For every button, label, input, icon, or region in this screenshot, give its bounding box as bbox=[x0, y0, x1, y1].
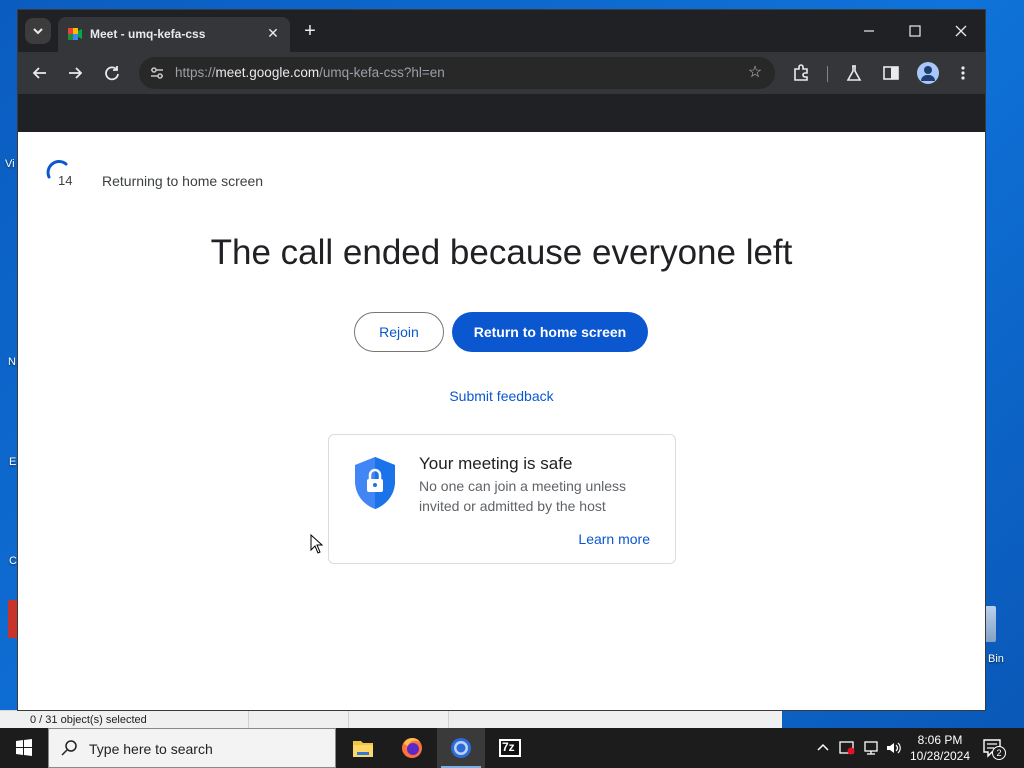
url-host: meet.google.com bbox=[215, 65, 320, 80]
safe-card-title: Your meeting is safe bbox=[419, 454, 573, 473]
address-bar[interactable]: https://meet.google.com/umq-kefa-css?hl=… bbox=[139, 57, 775, 89]
flask-icon bbox=[846, 65, 862, 81]
minimize-icon bbox=[864, 30, 874, 32]
reload-button[interactable] bbox=[99, 60, 125, 86]
tray-security-icon[interactable] bbox=[837, 739, 857, 762]
taskbar: Type here to search 7z 8:06 PM 10/28/202… bbox=[0, 728, 1024, 768]
close-window-button[interactable] bbox=[946, 18, 976, 44]
profile-avatar-icon[interactable] bbox=[917, 62, 939, 84]
tab-meet[interactable]: Meet - umq-kefa-css ✕ bbox=[58, 17, 290, 52]
url-scheme: https:// bbox=[175, 65, 216, 80]
bookmarks-bar-area bbox=[18, 94, 985, 132]
clock-time: 8:06 PM bbox=[917, 733, 963, 747]
speaker-icon bbox=[887, 742, 901, 754]
tray-volume-icon[interactable] bbox=[884, 739, 904, 762]
start-button[interactable] bbox=[0, 728, 48, 768]
close-icon bbox=[955, 25, 967, 37]
bookmark-star-icon[interactable]: ☆ bbox=[745, 63, 765, 83]
puzzle-icon bbox=[794, 64, 808, 81]
minimize-button[interactable] bbox=[854, 18, 884, 44]
explorer-status-text: 0 / 31 object(s) selected bbox=[30, 714, 147, 726]
taskbar-file-explorer[interactable] bbox=[339, 728, 387, 768]
tray-overflow-button[interactable] bbox=[813, 739, 833, 762]
taskbar-search-input[interactable]: Type here to search bbox=[48, 728, 336, 768]
forward-button[interactable] bbox=[62, 60, 88, 86]
plus-icon: + bbox=[304, 20, 316, 42]
desktop-icon-label[interactable]: E bbox=[9, 456, 16, 468]
desktop-icon-label[interactable]: Vi bbox=[5, 158, 15, 170]
close-icon[interactable]: ✕ bbox=[264, 24, 282, 42]
desktop-icon-label[interactable]: N bbox=[8, 356, 16, 368]
status-divider bbox=[248, 711, 249, 729]
side-panel-icon bbox=[883, 66, 899, 80]
windows-logo-icon bbox=[16, 739, 32, 756]
chrome-icon bbox=[451, 738, 471, 758]
url-text[interactable]: https://meet.google.com/umq-kefa-css?hl=… bbox=[175, 65, 445, 80]
side-panel-button[interactable] bbox=[879, 61, 903, 85]
countdown-number: 14 bbox=[58, 173, 73, 188]
recycle-bin-label[interactable]: Bin bbox=[988, 653, 1004, 665]
page-title: The call ended because everyone left bbox=[210, 233, 793, 272]
taskbar-chrome[interactable] bbox=[437, 728, 485, 768]
taskbar-firefox[interactable] bbox=[388, 728, 436, 768]
arrow-right-icon bbox=[69, 67, 83, 79]
chevron-up-icon bbox=[817, 743, 829, 751]
maximize-button[interactable] bbox=[900, 18, 930, 44]
submit-feedback-link: Submit feedback bbox=[18, 388, 985, 404]
security-alert-icon bbox=[839, 741, 855, 755]
7zip-label: 7z bbox=[502, 740, 515, 754]
learn-more-link[interactable]: Learn more bbox=[578, 531, 650, 547]
tray-network-icon[interactable] bbox=[861, 739, 881, 762]
return-home-button[interactable]: Return to home screen bbox=[452, 312, 648, 352]
meeting-safe-card: Your meeting is safe No one can join a m… bbox=[328, 434, 676, 564]
rejoin-button[interactable]: Rejoin bbox=[354, 312, 444, 352]
extensions-button[interactable] bbox=[789, 61, 813, 85]
meet-page: 14 Returning to home screen The call end… bbox=[18, 132, 985, 710]
maximize-icon bbox=[909, 25, 921, 37]
chrome-menu-button[interactable] bbox=[951, 61, 975, 85]
kebab-menu-icon bbox=[961, 66, 965, 80]
safe-card-text: No one can join a meeting unless invited… bbox=[419, 478, 627, 514]
firefox-icon bbox=[402, 738, 422, 758]
browser-toolbar: https://meet.google.com/umq-kefa-css?hl=… bbox=[18, 52, 985, 94]
tab-search-button[interactable] bbox=[25, 18, 51, 44]
file-explorer-icon bbox=[353, 741, 373, 757]
tab-strip: Meet - umq-kefa-css ✕ + bbox=[18, 10, 985, 52]
google-meet-icon bbox=[68, 28, 82, 40]
returning-text: Returning to home screen bbox=[102, 173, 264, 189]
url-path: /umq-kefa-css?hl=en bbox=[319, 65, 445, 80]
network-icon bbox=[864, 741, 878, 755]
status-divider bbox=[448, 711, 449, 729]
shield-lock-icon bbox=[355, 457, 395, 509]
taskbar-7zip[interactable]: 7z bbox=[486, 728, 534, 768]
notification-count-badge: 2 bbox=[992, 746, 1006, 760]
desktop-icon-label[interactable]: C bbox=[9, 555, 17, 567]
new-tab-button[interactable]: + bbox=[299, 20, 321, 42]
tab-title: Meet - umq-kefa-css bbox=[90, 27, 206, 41]
labs-button[interactable] bbox=[842, 61, 866, 85]
browser-window: Meet - umq-kefa-css ✕ + https://meet.goo… bbox=[18, 10, 985, 710]
tune-icon bbox=[151, 67, 163, 79]
back-button[interactable] bbox=[27, 60, 53, 86]
taskbar-clock[interactable]: 8:06 PM 10/28/2024 bbox=[908, 732, 972, 764]
status-divider bbox=[348, 711, 349, 729]
site-info-button[interactable] bbox=[148, 64, 166, 82]
toolbar-divider bbox=[827, 66, 828, 82]
submit-feedback-label[interactable]: Submit feedback bbox=[449, 388, 553, 404]
mouse-cursor-icon bbox=[310, 534, 324, 554]
search-icon bbox=[61, 740, 77, 756]
clock-date: 10/28/2024 bbox=[909, 749, 971, 763]
desktop-app-icon[interactable] bbox=[8, 600, 18, 638]
arrow-left-icon bbox=[32, 67, 46, 79]
chevron-down-icon bbox=[33, 28, 43, 35]
explorer-status-bar: 0 / 31 object(s) selected bbox=[0, 710, 782, 729]
search-placeholder: Type here to search bbox=[89, 741, 213, 757]
reload-icon bbox=[105, 66, 119, 81]
